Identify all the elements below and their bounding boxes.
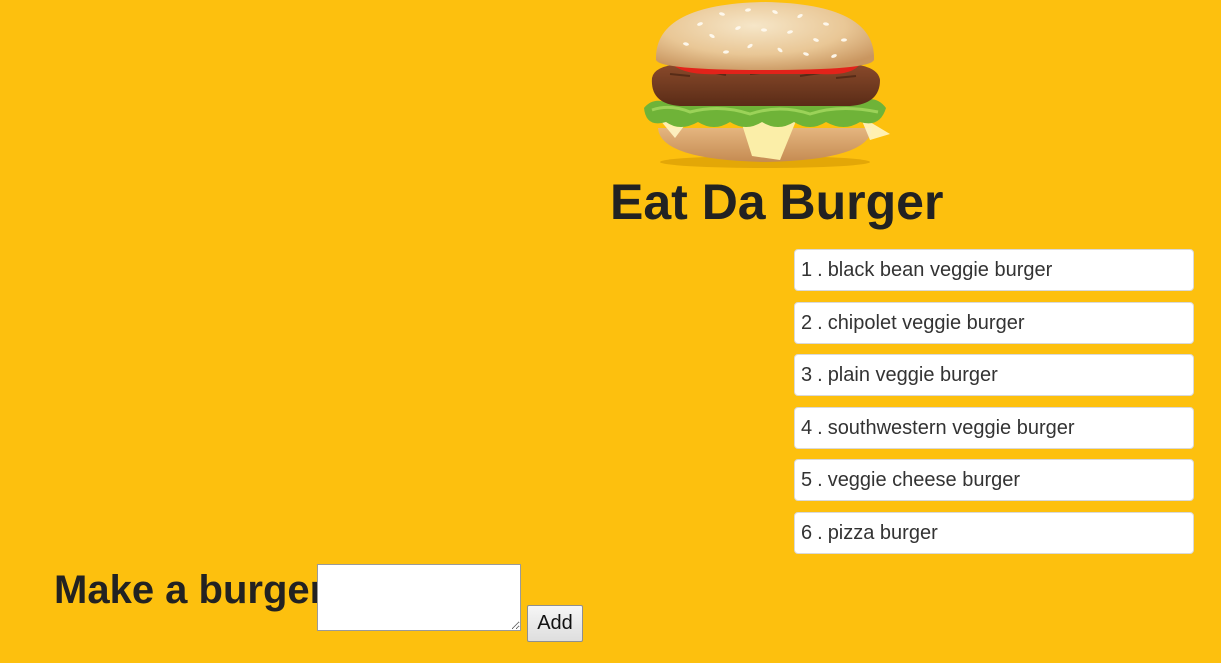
add-button[interactable]: Add bbox=[527, 605, 583, 642]
burger-name: veggie cheese burger bbox=[827, 469, 1021, 491]
burger-image bbox=[644, 2, 890, 168]
list-item: 5. veggie cheese burger bbox=[794, 459, 1194, 501]
burger-number: 2 bbox=[801, 311, 813, 334]
list-item: 1. black bean veggie burger bbox=[794, 249, 1194, 291]
burger-number: 1 bbox=[801, 259, 813, 281]
burger-number: 4 bbox=[801, 416, 813, 439]
burger-number: 5 bbox=[801, 469, 813, 491]
burger-name: chipolet veggie burger bbox=[827, 311, 1025, 334]
list-item: 6. pizza burger bbox=[794, 511, 1194, 554]
burger-name-input[interactable] bbox=[317, 564, 521, 631]
list-item: 4. southwestern veggie burger bbox=[794, 406, 1194, 449]
page-title: Eat Da Burger bbox=[610, 174, 944, 230]
burger-separator: . bbox=[817, 469, 823, 491]
list-item: 2. chipolet veggie burger bbox=[794, 301, 1194, 344]
burger-number: 3 bbox=[801, 364, 813, 386]
burger-separator: . bbox=[817, 311, 823, 334]
make-burger-label: Make a burger bbox=[54, 568, 326, 612]
burger-name: pizza burger bbox=[827, 521, 938, 544]
burger-separator: . bbox=[817, 521, 823, 544]
burger-name: plain veggie burger bbox=[827, 364, 998, 386]
list-item: 3. plain veggie burger bbox=[794, 354, 1194, 396]
burger-name: southwestern veggie burger bbox=[827, 416, 1075, 439]
burger-separator: . bbox=[817, 416, 823, 439]
burger-separator: . bbox=[817, 364, 823, 386]
burger-separator: . bbox=[817, 259, 823, 281]
burger-list: 1. black bean veggie burger 2. chipolet ve… bbox=[794, 249, 1194, 564]
burger-number: 6 bbox=[801, 521, 813, 544]
burger-name: black bean veggie burger bbox=[827, 259, 1053, 281]
